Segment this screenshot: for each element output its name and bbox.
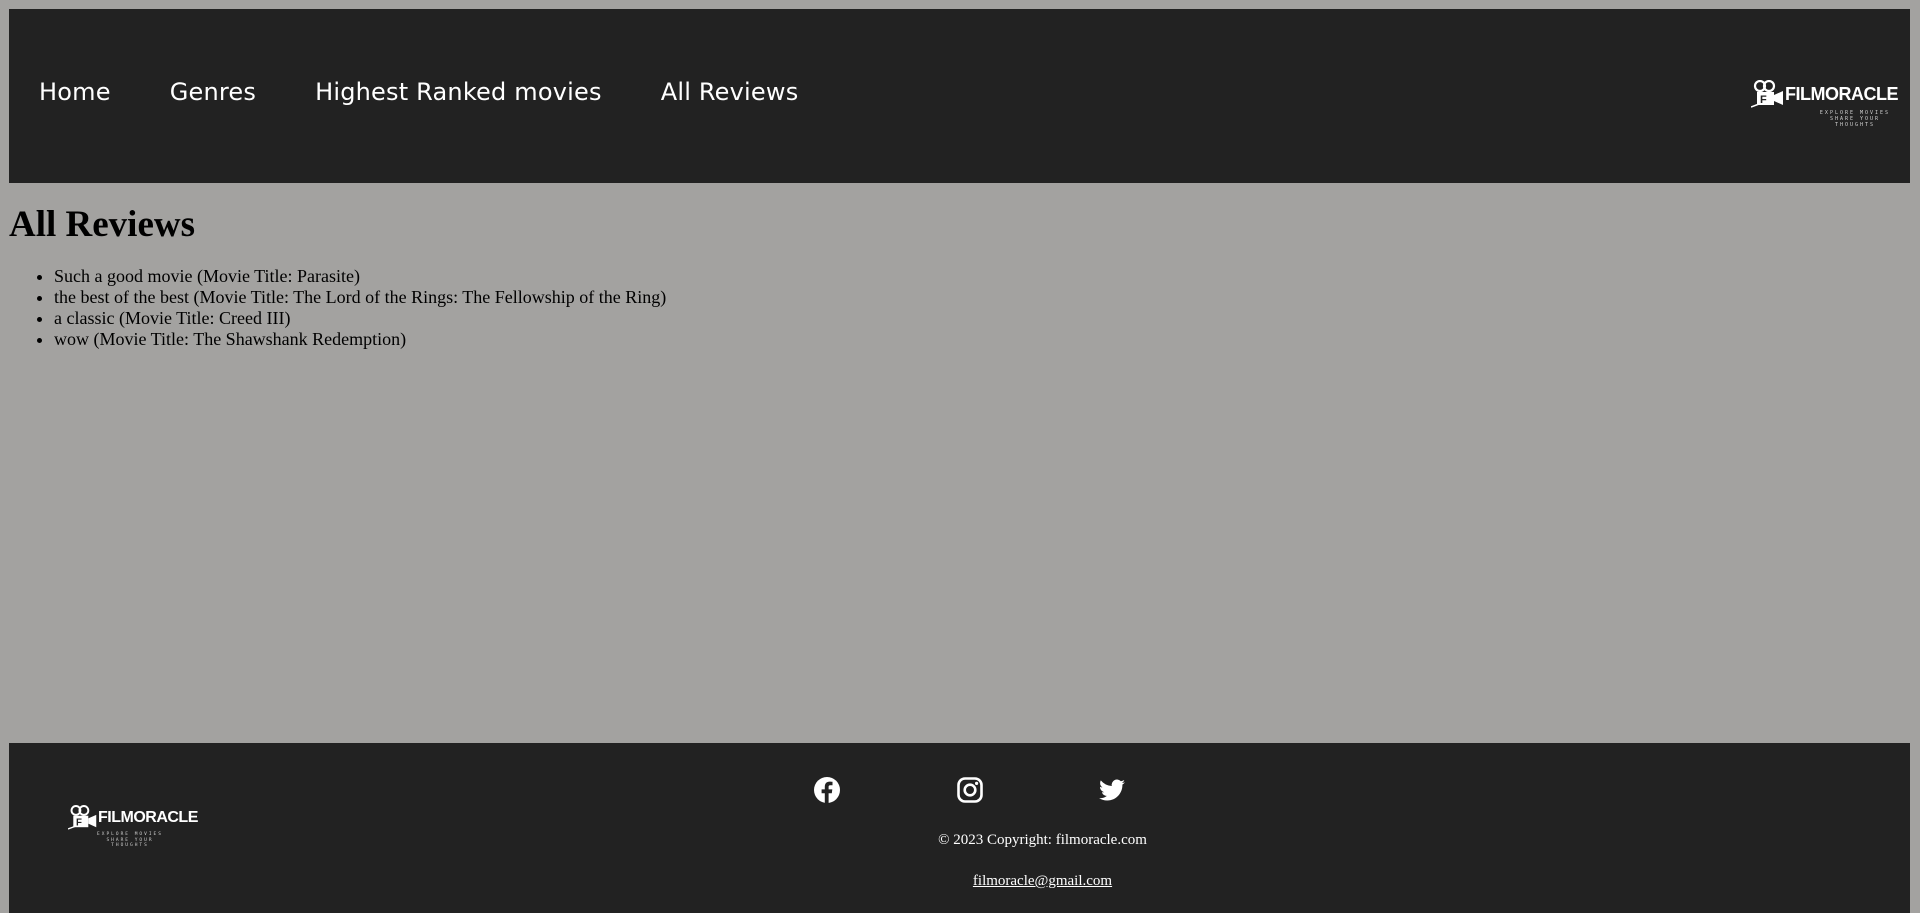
nav-all-reviews-link[interactable]: All Reviews [661,78,799,106]
main-nav: Home Genres Highest Ranked movies All Re… [39,5,857,179]
nav-home-link[interactable]: Home [39,78,111,106]
review-item: the best of the best (Movie Title: The L… [54,287,1910,308]
review-item: a classic (Movie Title: Creed III) [54,308,1910,329]
nav-highest-ranked-link[interactable]: Highest Ranked movies [315,78,602,106]
header-logo[interactable]: F FILMORACLE EXPLORE MOVIES SHARE YOUR T… [1751,80,1898,128]
main-content: All Reviews Such a good movie (Movie Tit… [9,183,1910,350]
reviews-list: Such a good movie (Movie Title: Parasite… [9,266,1910,350]
review-item: wow (Movie Title: The Shawshank Redempti… [54,329,1910,350]
footer-email: filmoracle@gmail.com [9,873,1910,890]
logo-tagline: EXPLORE MOVIES SHARE YOUR THOUGHTS [1819,110,1891,128]
facebook-icon[interactable] [813,776,841,804]
svg-text:F: F [1760,94,1767,106]
nav-genres-link[interactable]: Genres [170,78,256,106]
film-camera-icon: F [68,805,97,830]
copyright-label: © 2023 Copyright: filmoracle.com [938,832,1147,848]
site-header: Home Genres Highest Ranked movies All Re… [9,9,1910,183]
site-footer: F FILMORACLE EXPLORE MOVIES SHARE YOUR T… [9,743,1910,913]
instagram-icon[interactable] [956,776,984,804]
logo-name: FILMORACLE [1785,83,1898,104]
review-item: Such a good movie (Movie Title: Parasite… [54,266,1910,287]
page-title: All Reviews [9,204,195,245]
film-camera-icon: F [1751,80,1784,108]
svg-text:F: F [76,817,82,828]
footer-logo-name: FILMORACLE [98,808,198,826]
twitter-icon[interactable] [1098,776,1126,804]
social-links [9,776,1910,806]
email-link[interactable]: filmoracle@gmail.com [973,873,1112,889]
copyright-text: © 2023 Copyright: filmoracle.com [9,832,1910,849]
